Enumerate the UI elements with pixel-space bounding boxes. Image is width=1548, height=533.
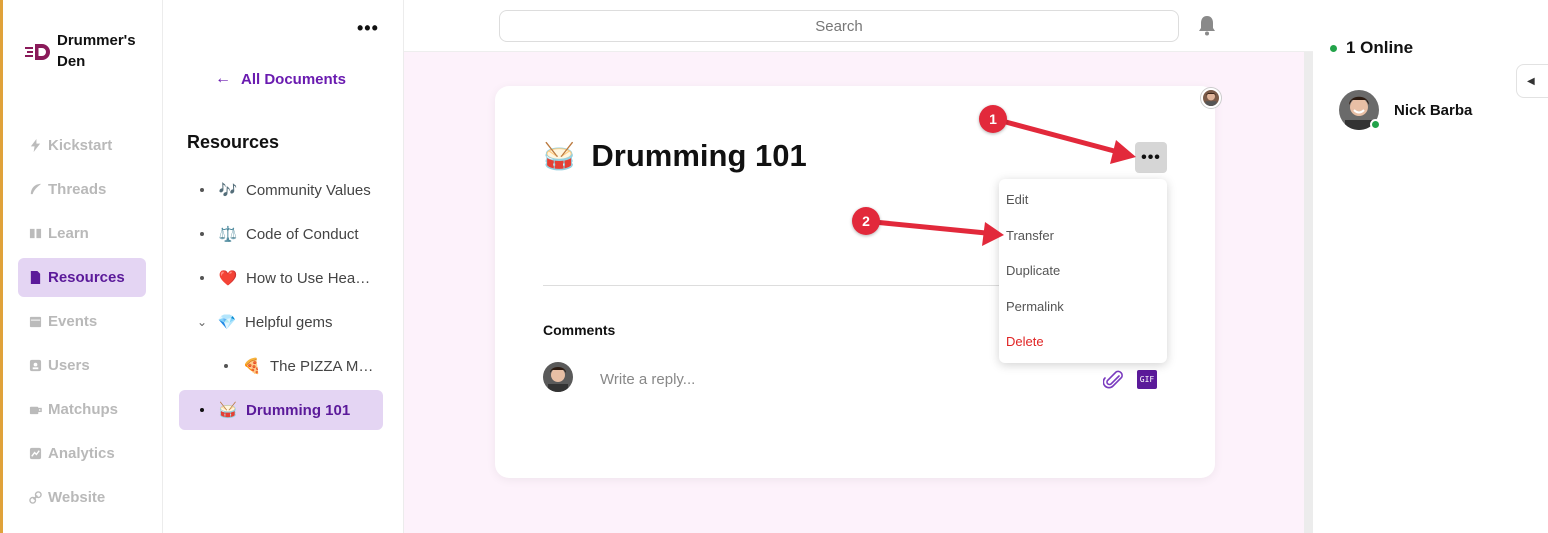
top-bar: Search (404, 0, 1313, 52)
doc-item-label: Drumming 101 (246, 401, 351, 419)
nav-item-label: Resources (48, 269, 125, 286)
gem-icon: 💎 (217, 314, 237, 331)
menu-item-permalink[interactable]: Permalink (1006, 299, 1064, 314)
viewer-avatar (1201, 88, 1221, 108)
link-icon (28, 491, 42, 505)
all-documents-link[interactable]: ← All Documents (215, 70, 346, 88)
nav-item-users[interactable]: Users (18, 346, 146, 385)
nav-item-kickstart[interactable]: Kickstart (18, 126, 146, 165)
nav-item-website[interactable]: Website (18, 478, 146, 517)
nav-item-label: Kickstart (48, 137, 113, 154)
more-options-button[interactable]: ••• (357, 18, 379, 39)
reply-input[interactable]: Write a reply... (600, 371, 695, 388)
nav-item-resources[interactable]: Resources (18, 258, 146, 297)
nav-item-events[interactable]: Events (18, 302, 146, 341)
section-title: Resources (187, 132, 280, 152)
menu-item-duplicate[interactable]: Duplicate (1006, 263, 1060, 278)
document-options-button[interactable]: ••• (1135, 142, 1167, 173)
menu-item-edit[interactable]: Edit (1006, 192, 1028, 207)
scales-icon: ⚖️ (218, 226, 238, 243)
comments-title: Comments (543, 322, 616, 338)
doc-item-code-of-conduct[interactable]: ⚖️ Code of Conduct (200, 214, 359, 254)
collapse-panel-button[interactable]: ◀ (1516, 64, 1548, 98)
doc-item-label: Code of Conduct (246, 225, 359, 243)
online-panel: 1 Online Nick Barba ◀ (1313, 0, 1548, 533)
brand[interactable]: Drummer's Den (25, 30, 147, 72)
menu-item-delete[interactable]: Delete (1006, 334, 1044, 349)
brand-name: Drummer's Den (57, 32, 136, 70)
doc-item-label: The PIZZA M… (270, 357, 374, 375)
nav-item-label: Threads (48, 181, 107, 198)
nav-item-matchups[interactable]: Matchups (18, 390, 146, 429)
bullet (224, 364, 228, 368)
nav-item-label: Analytics (48, 445, 115, 462)
online-status-icon (1370, 119, 1381, 130)
gif-icon[interactable]: GIF (1137, 370, 1157, 389)
main-content: Search 🥁 Drumming 101 ••• Comments Write… (404, 0, 1313, 533)
document-options-menu: Edit Transfer Duplicate Permalink Delete (999, 179, 1167, 363)
scrollbar[interactable] (1304, 52, 1313, 533)
avatar (1339, 90, 1381, 130)
nav-item-learn[interactable]: Learn (18, 214, 146, 253)
chevron-down-icon[interactable]: ⌄ (197, 315, 207, 329)
chart-icon (28, 447, 42, 461)
nav-item-label: Matchups (48, 401, 119, 418)
nav-item-threads[interactable]: Threads (18, 170, 146, 209)
online-title: 1 Online (1346, 38, 1414, 57)
annotation-badge-1: 1 (979, 105, 1007, 133)
feather-icon (28, 183, 42, 197)
online-count: 1 Online (1330, 38, 1413, 58)
nav-item-label: Events (48, 313, 98, 330)
doc-item-pizza[interactable]: 🍕 The PIZZA M… (224, 346, 373, 386)
documents-panel: ••• ← All Documents Resources 🎶 Communit… (163, 0, 404, 533)
music-notes-icon: 🎶 (218, 182, 238, 199)
doc-item-label: Community Values (246, 181, 371, 199)
online-user[interactable]: Nick Barba (1339, 90, 1472, 130)
doc-item-helpful-gems[interactable]: ⌄ 💎 Helpful gems (197, 302, 333, 342)
nav-item-label: Learn (48, 225, 89, 242)
drum-icon: 🥁 (543, 140, 576, 171)
online-dot-icon (1330, 44, 1337, 52)
pizza-icon: 🍕 (242, 358, 262, 375)
nav-item-analytics[interactable]: Analytics (18, 434, 146, 473)
nav-item-label: Website (48, 489, 106, 506)
bullet (200, 276, 204, 280)
document-title: Drumming 101 (591, 138, 807, 173)
user-name: Nick Barba (1394, 101, 1473, 119)
all-documents-label: All Documents (241, 70, 347, 88)
caret-left-icon: ◀ (1527, 75, 1535, 87)
annotation-badge-2: 2 (852, 207, 880, 235)
nav-item-label: Users (48, 357, 90, 374)
menu-item-transfer[interactable]: Transfer (1006, 228, 1054, 243)
bullet (200, 408, 204, 412)
bullet (200, 188, 204, 192)
calendar-icon (28, 315, 42, 329)
document-heading: 🥁 Drumming 101 (543, 138, 807, 174)
paperclip-icon[interactable] (1103, 369, 1125, 391)
heart-icon: ❤️ (218, 270, 238, 287)
primary-nav: Drummer's Den Kickstart Threads Learn Re… (3, 0, 163, 533)
doc-item-label: Helpful gems (245, 313, 333, 331)
brand-logo-icon (25, 44, 50, 60)
bell-icon[interactable] (1197, 14, 1217, 36)
doc-item-how-to-use[interactable]: ❤️ How to Use Hea… (200, 258, 370, 298)
drum-icon: 🥁 (218, 402, 238, 419)
search-input[interactable]: Search (499, 10, 1179, 42)
doc-item-community-values[interactable]: 🎶 Community Values (200, 170, 371, 210)
coffee-icon (28, 403, 42, 417)
user-card-icon (28, 359, 42, 373)
document-icon (28, 271, 42, 285)
doc-item-drumming-101[interactable]: 🥁 Drumming 101 (179, 390, 383, 430)
bolt-icon (28, 139, 42, 153)
avatar (543, 362, 573, 392)
divider (543, 285, 1003, 286)
bullet (200, 232, 204, 236)
arrow-left-icon: ← (215, 70, 231, 87)
book-icon (28, 227, 42, 241)
doc-item-label: How to Use Hea… (246, 269, 371, 287)
